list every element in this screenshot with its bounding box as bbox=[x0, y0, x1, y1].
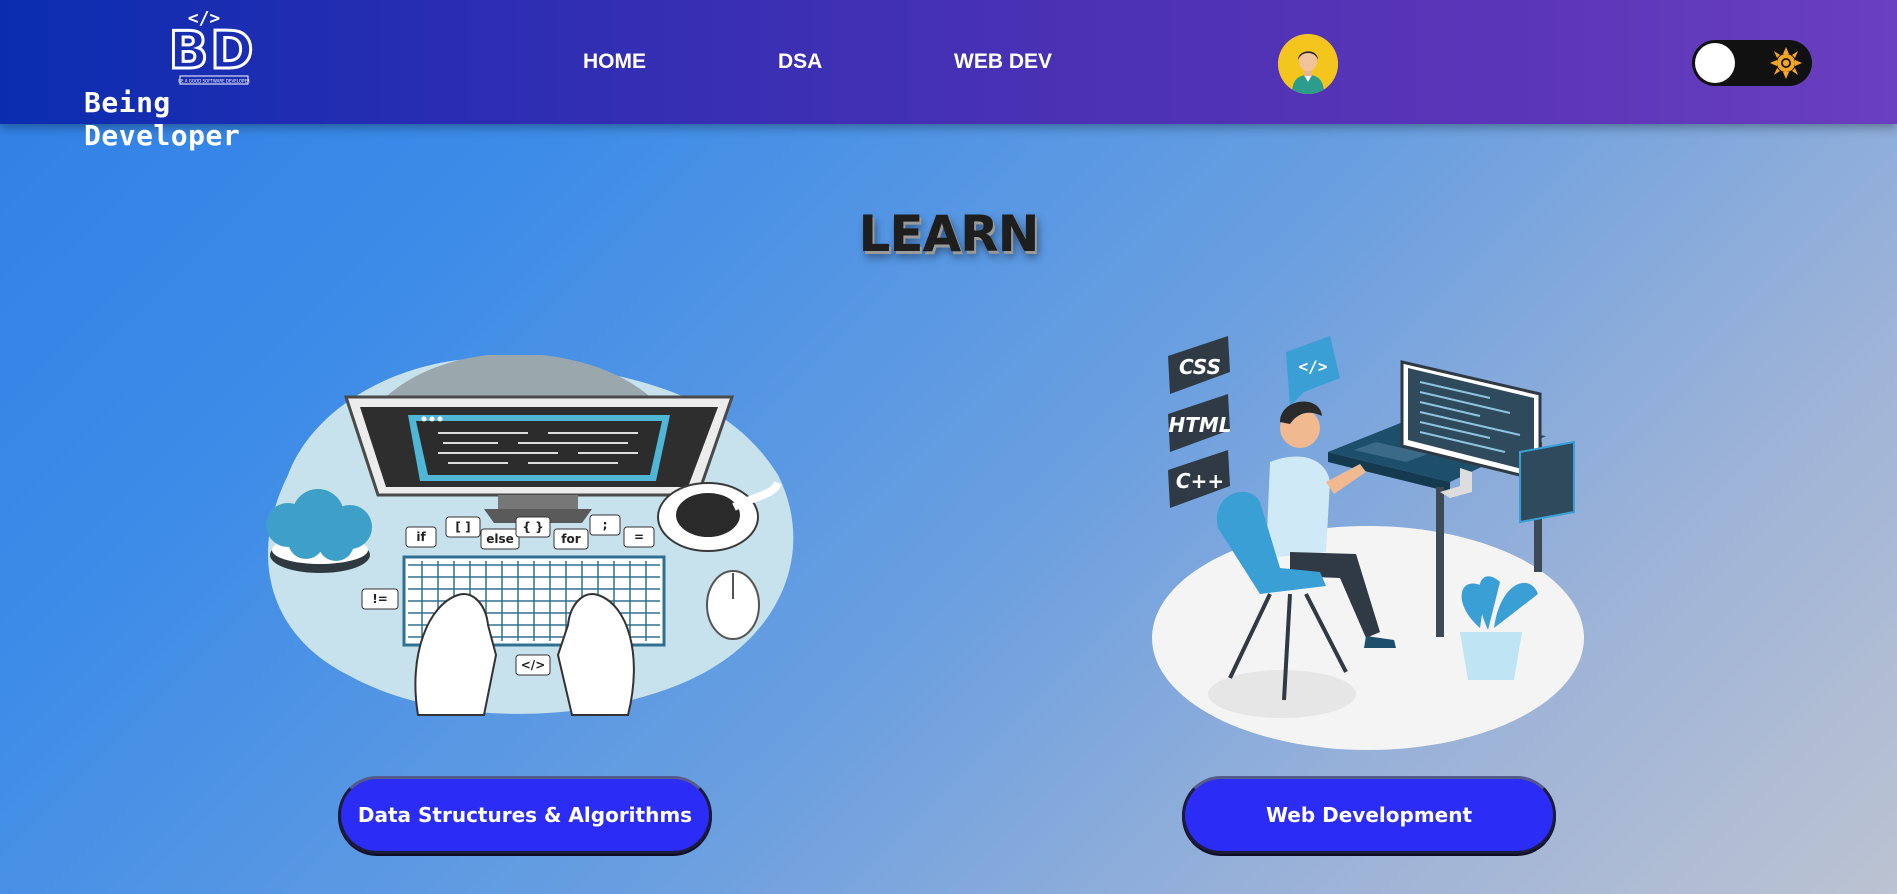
theme-toggle[interactable] bbox=[1692, 40, 1812, 86]
svg-text:</>: </> bbox=[1299, 357, 1328, 376]
brand-name: Being Developer bbox=[84, 86, 241, 152]
user-avatar-icon bbox=[1278, 34, 1338, 94]
svg-text:if: if bbox=[416, 530, 426, 544]
logo-icon: </> BD BE A GOOD SOFTWARE DEVELOPER bbox=[172, 8, 255, 85]
nav-dsa-link[interactable]: DSA bbox=[778, 50, 822, 74]
toggle-knob bbox=[1695, 43, 1735, 83]
sun-icon bbox=[1770, 47, 1802, 79]
svg-text:CSS: CSS bbox=[1179, 355, 1221, 379]
svg-text:BD: BD bbox=[172, 21, 255, 81]
user-avatar[interactable] bbox=[1278, 34, 1338, 94]
svg-text:!=: != bbox=[372, 592, 388, 606]
svg-text:for: for bbox=[561, 532, 580, 546]
keyboard-coding-illustration: if [ ] else { } for ; = != </> bbox=[266, 355, 794, 716]
brand-logo[interactable]: </> BD BE A GOOD SOFTWARE DEVELOPER Bein… bbox=[80, 4, 340, 152]
svg-text:{ }: { } bbox=[522, 520, 543, 534]
svg-text:</>: </> bbox=[521, 658, 546, 672]
svg-text:HTML: HTML bbox=[1168, 413, 1231, 437]
svg-text:;: ; bbox=[603, 518, 608, 532]
navbar: </> BD BE A GOOD SOFTWARE DEVELOPER Bein… bbox=[0, 0, 1897, 152]
svg-text:else: else bbox=[486, 532, 514, 546]
webdev-course-button[interactable]: Web Development bbox=[1182, 776, 1556, 854]
web-developer-desk-illustration: CSS HTML C++ </> bbox=[1152, 336, 1584, 750]
nav-home-link[interactable]: HOME bbox=[583, 50, 646, 74]
svg-text:C++: C++ bbox=[1176, 469, 1224, 493]
svg-text:=: = bbox=[634, 530, 644, 544]
svg-text:[ ]: [ ] bbox=[455, 520, 470, 534]
svg-text:BE A GOOD SOFTWARE DEVELOPER: BE A GOOD SOFTWARE DEVELOPER bbox=[178, 79, 250, 84]
nav-webdev-link[interactable]: WEB DEV bbox=[954, 50, 1052, 74]
dsa-course-button[interactable]: Data Structures & Algorithms bbox=[338, 776, 712, 854]
page-title: LEARN bbox=[858, 205, 1039, 263]
